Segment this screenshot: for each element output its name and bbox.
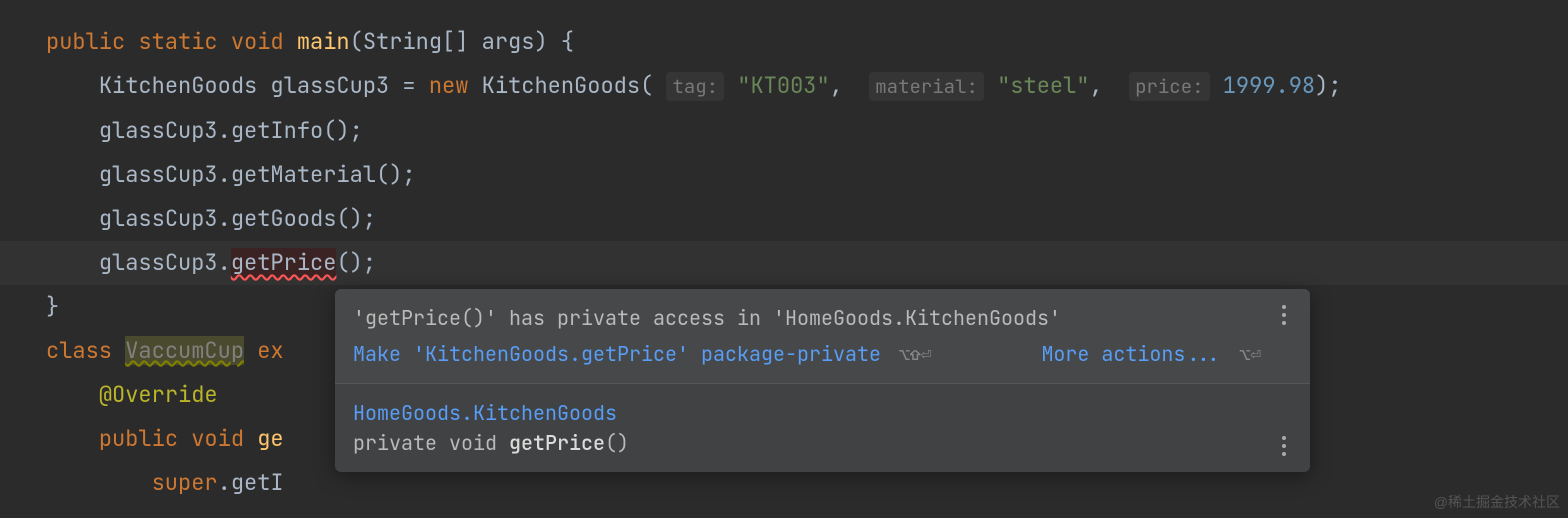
code-text: glassCup3.	[99, 248, 231, 277]
code-text: (String[] args) {	[350, 27, 574, 56]
param-hint: material:	[869, 72, 984, 101]
popup-error-section: 'getPrice()' has private access in 'Home…	[335, 289, 1310, 383]
keyword-partial: ex	[257, 336, 283, 365]
string-literal: "KT003"	[737, 71, 829, 100]
more-actions-link[interactable]: More actions...	[1041, 339, 1221, 369]
kebab-menu-icon[interactable]	[1274, 303, 1294, 327]
string-literal: "steel"	[997, 71, 1089, 100]
class-name-unused[interactable]: VaccumCup	[125, 336, 244, 365]
keyword: new	[429, 71, 469, 100]
keyword: void	[231, 27, 284, 56]
signature-class[interactable]: HomeGoods.KitchenGoods	[353, 400, 617, 426]
code-line[interactable]: glassCup3.getGoods();	[0, 197, 1568, 241]
annotation: @Override	[99, 380, 218, 409]
keyword: public	[99, 424, 178, 453]
code-text: glassCup3.getInfo();	[99, 116, 363, 145]
code-line[interactable]: public static void main(String[] args) {	[0, 20, 1568, 64]
kebab-menu-icon[interactable]	[1274, 434, 1294, 458]
signature-params: ()	[605, 430, 629, 456]
function-name: main	[297, 27, 350, 56]
error-message: 'getPrice()' has private access in 'Home…	[353, 303, 1286, 333]
code-line-error[interactable]: glassCup3.getPrice();	[0, 241, 1568, 285]
code-text: glassCup3.getGoods();	[99, 204, 376, 233]
keyword: static	[138, 27, 217, 56]
code-line[interactable]: glassCup3.getMaterial();	[0, 153, 1568, 197]
code-text: ();	[336, 248, 376, 277]
quickfix-link[interactable]: Make 'KitchenGoods.getPrice' package-pri…	[353, 339, 881, 369]
code-line[interactable]: KitchenGoods glassCup3 = new KitchenGood…	[0, 64, 1568, 109]
signature-modifiers: private void	[353, 430, 509, 456]
code-text: glassCup3 =	[270, 71, 428, 100]
intention-popup: 'getPrice()' has private access in 'Home…	[335, 289, 1310, 472]
brace: }	[46, 292, 59, 321]
code-text: .getI	[218, 468, 284, 497]
watermark: @稀土掘金技术社区	[1434, 492, 1560, 512]
popup-signature-section: HomeGoods.KitchenGoods private void getP…	[335, 384, 1310, 472]
keyword: public	[46, 27, 125, 56]
keyword: void	[191, 424, 244, 453]
code-line[interactable]: glassCup3.getInfo();	[0, 109, 1568, 153]
shortcut-hint: ⌥⇧⏎	[899, 341, 931, 368]
function-name-partial: ge	[257, 424, 283, 453]
param-hint: tag:	[666, 72, 724, 101]
keyword: class	[46, 336, 112, 365]
constructor-call: KitchenGoods	[482, 71, 640, 100]
class-ref: KitchenGoods	[99, 71, 257, 100]
error-span[interactable]: getPrice	[231, 248, 337, 277]
code-text: glassCup3.getMaterial();	[99, 160, 416, 189]
shortcut-hint: ⌥⏎	[1239, 341, 1261, 368]
keyword: super	[152, 468, 218, 497]
number-literal: 1999.98	[1223, 71, 1315, 100]
signature-method: getPrice	[509, 430, 605, 456]
param-hint: price:	[1129, 72, 1209, 101]
